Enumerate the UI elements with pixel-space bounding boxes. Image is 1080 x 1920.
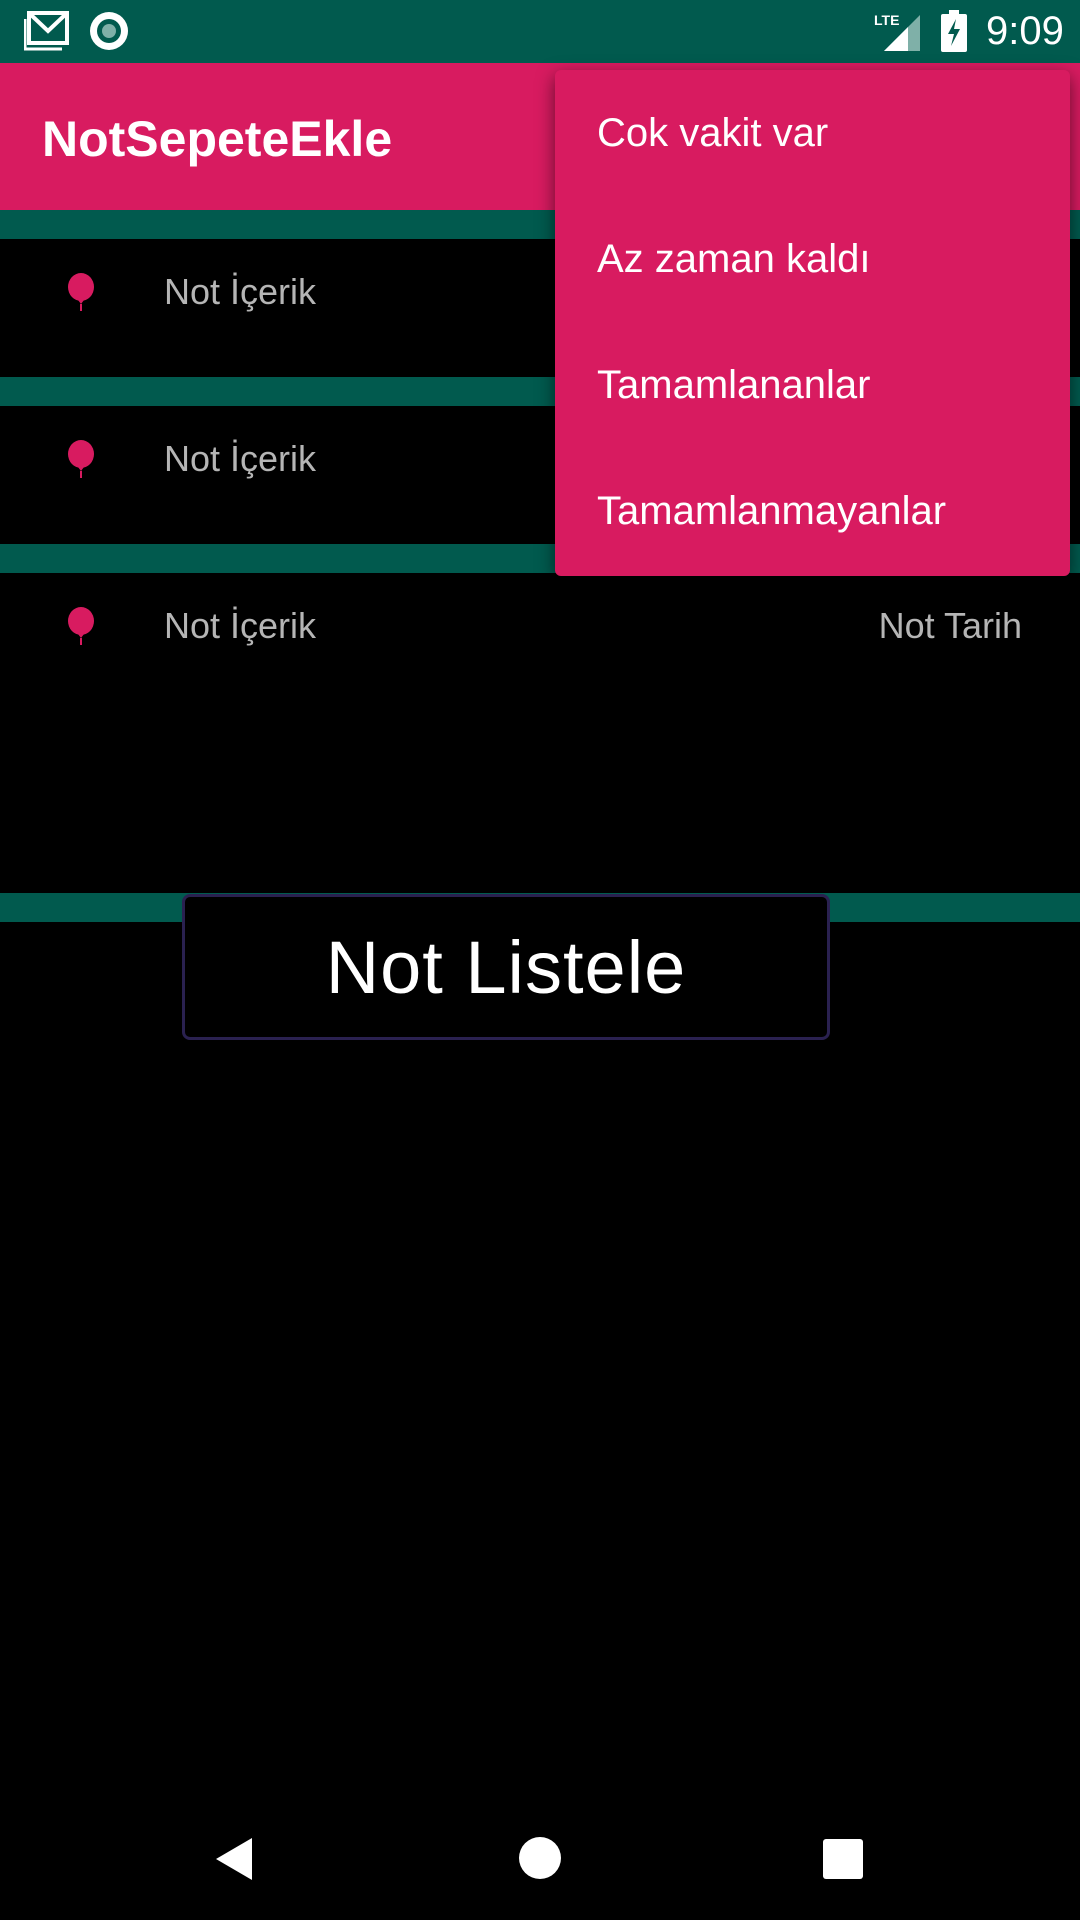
- list-notes-button[interactable]: Not Listele: [182, 894, 830, 1040]
- menu-item-label: Tamamlananlar: [597, 363, 871, 407]
- menu-item-tamamlananlar[interactable]: Tamamlananlar: [555, 322, 1070, 448]
- status-bar: LTE 9:09: [0, 0, 1080, 63]
- clock: 9:09: [986, 9, 1064, 53]
- menu-item-tamamlanmayanlar[interactable]: Tamamlanmayanlar: [555, 448, 1070, 574]
- balloon-icon: [66, 440, 96, 485]
- menu-item-label: Cok vakit var: [597, 111, 829, 155]
- menu-item-label: Az zaman kaldı: [597, 237, 871, 281]
- note-content: Not İçerik: [164, 605, 317, 646]
- gmail-icon: [23, 11, 70, 56]
- note-content: Not İçerik: [164, 271, 317, 312]
- note-content: Not İçerik: [164, 438, 317, 479]
- back-icon[interactable]: [214, 1836, 254, 1887]
- menu-item-label: Tamamlanmayanlar: [597, 489, 947, 533]
- sync-icon: [88, 10, 130, 57]
- app-title: NotSepeteEkle: [42, 111, 393, 167]
- balloon-icon: [66, 273, 96, 318]
- navigation-bar: [0, 1794, 1080, 1920]
- note-date: Not Tarih: [878, 605, 1022, 646]
- menu-item-cok-vakit-var[interactable]: Cok vakit var: [555, 70, 1070, 196]
- balloon-icon: [66, 607, 96, 652]
- battery-charging-icon: [941, 10, 967, 57]
- lte-signal-icon: LTE: [874, 11, 922, 58]
- svg-text:LTE: LTE: [874, 12, 899, 28]
- home-icon[interactable]: [518, 1836, 562, 1885]
- menu-item-az-zaman-kaldi[interactable]: Az zaman kaldı: [555, 196, 1070, 322]
- overflow-popup-menu: Cok vakit var Az zaman kaldı Tamamlananl…: [555, 70, 1070, 576]
- note-list-item[interactable]: Not İçerik Not Tarih: [0, 573, 1080, 711]
- recent-apps-icon[interactable]: [823, 1839, 863, 1884]
